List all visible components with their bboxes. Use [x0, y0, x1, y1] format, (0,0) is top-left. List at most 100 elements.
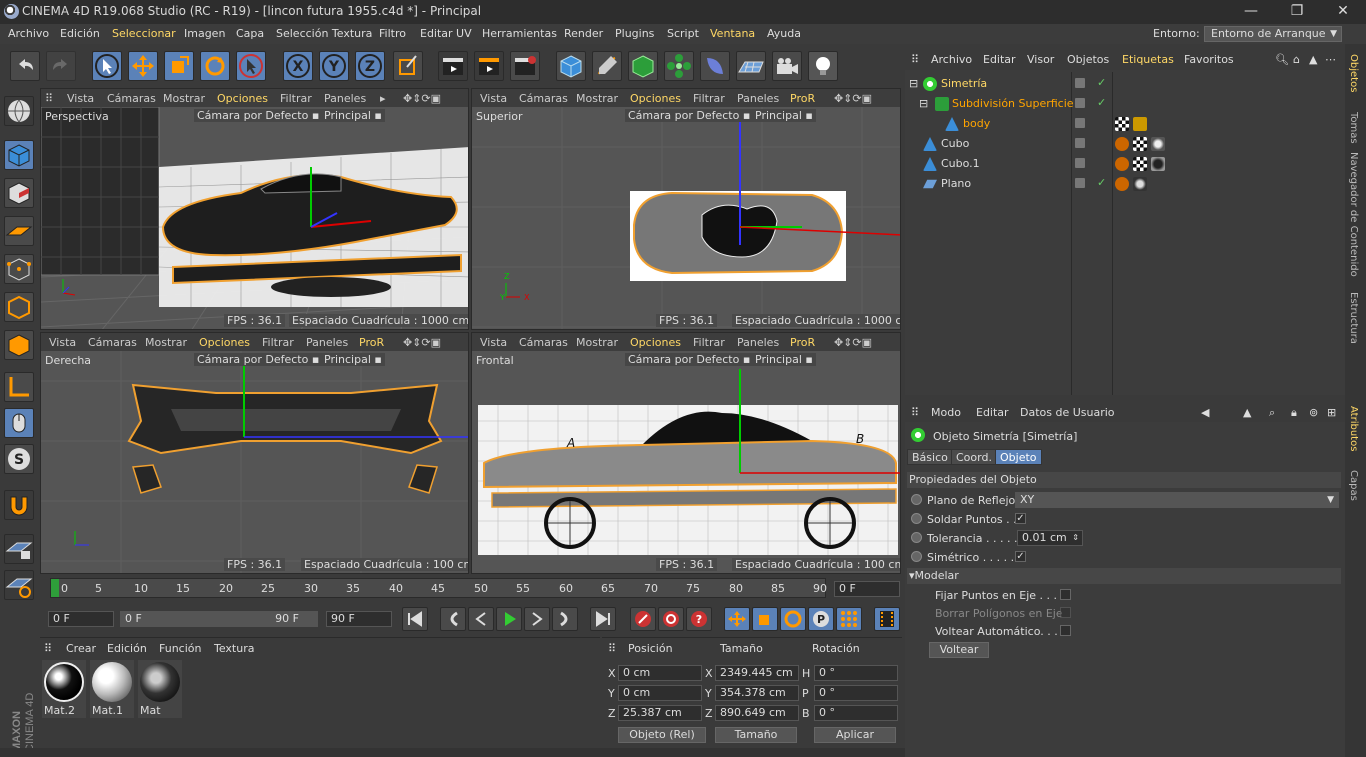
- menu-opciones[interactable]: Opciones: [199, 336, 250, 349]
- menu-herramientas[interactable]: Herramientas: [482, 27, 557, 40]
- plane-select[interactable]: XY ▼: [1015, 492, 1339, 508]
- tree-collapse-icon[interactable]: ⊟: [919, 97, 928, 110]
- deformer-button[interactable]: [700, 51, 730, 81]
- material-item[interactable]: Mat: [138, 660, 182, 718]
- live-selection-button[interactable]: [92, 51, 122, 81]
- pos-x-field[interactable]: 0 cm: [618, 665, 702, 681]
- rot-b-field[interactable]: 0 °: [814, 705, 898, 721]
- z-axis-button[interactable]: Z: [355, 51, 385, 81]
- material-tag-icon[interactable]: [1151, 157, 1165, 171]
- viewport-nav-icons[interactable]: ✥⇕⟳▣: [834, 336, 872, 349]
- layer-icon[interactable]: [1075, 78, 1085, 88]
- snap-button[interactable]: S: [4, 444, 34, 474]
- render-picture-viewer-button[interactable]: [474, 51, 504, 81]
- flip-button[interactable]: Voltear: [929, 642, 989, 658]
- axis-mode-button[interactable]: [4, 372, 34, 402]
- pos-z-field[interactable]: 25.387 cm: [618, 705, 702, 721]
- menu-editar[interactable]: Editar: [976, 406, 1009, 419]
- menu-filtro[interactable]: Filtro: [379, 27, 406, 40]
- rotate-button[interactable]: [200, 51, 230, 81]
- menu-datos-usuario[interactable]: Datos de Usuario: [1020, 406, 1115, 419]
- menu-filtrar[interactable]: Filtrar: [262, 336, 294, 349]
- menu-filtrar[interactable]: Filtrar: [693, 336, 725, 349]
- timeline[interactable]: 0 5 10 15 20 25 30 35 40 45 50 55 60 65 …: [40, 576, 900, 603]
- menu-plugins[interactable]: Plugins: [615, 27, 654, 40]
- object-row-subdivision[interactable]: ⊟ Subdivisión Superficie ✓: [905, 94, 1345, 114]
- menu-visor[interactable]: Visor: [1027, 53, 1054, 66]
- settings-icon[interactable]: ⊚: [1309, 406, 1318, 419]
- menu-render[interactable]: Render: [564, 27, 603, 40]
- make-editable-button[interactable]: [4, 96, 34, 126]
- minimize-button[interactable]: —: [1228, 0, 1274, 24]
- planar-workplane-button[interactable]: [4, 570, 34, 600]
- tab-capas[interactable]: Capas: [1348, 470, 1359, 501]
- apply-button[interactable]: Aplicar: [814, 727, 896, 743]
- menu-pror[interactable]: ProR: [359, 336, 384, 349]
- go-to-end-button[interactable]: [590, 607, 616, 631]
- delete-polys-checkbox[interactable]: [1060, 607, 1071, 618]
- home-icon[interactable]: ⌂: [1293, 53, 1300, 66]
- tab-tomas[interactable]: Tomas: [1348, 112, 1359, 144]
- material-tag-icon[interactable]: [1133, 177, 1147, 191]
- animate-toggle[interactable]: [911, 513, 922, 524]
- menu-more-icon[interactable]: ⋯: [1325, 53, 1336, 66]
- record-button[interactable]: [630, 607, 656, 631]
- menu-mostrar[interactable]: Mostrar: [576, 336, 618, 349]
- menu-paneles[interactable]: Paneles: [737, 336, 779, 349]
- menu-paneles[interactable]: Paneles: [306, 336, 348, 349]
- viewport-nav-icons[interactable]: ✥⇕⟳▣: [403, 336, 441, 349]
- size-x-field[interactable]: 2349.445 cm: [715, 665, 799, 681]
- crown-tag-icon[interactable]: [1133, 117, 1147, 131]
- object-row-body[interactable]: body: [905, 114, 1345, 134]
- object-row-plano[interactable]: Plano ✓: [905, 174, 1345, 194]
- viewport-top[interactable]: Vista Cámaras Mostrar Opciones Filtrar P…: [471, 88, 901, 330]
- search-icon[interactable]: 🔍︎: [1275, 53, 1289, 66]
- material-tag-icon[interactable]: [1151, 137, 1165, 151]
- menu-capa[interactable]: Capa: [236, 27, 264, 40]
- menu-crear[interactable]: Crear: [66, 642, 96, 655]
- layer-icon[interactable]: [1075, 138, 1085, 148]
- tab-objeto[interactable]: Objeto: [995, 449, 1042, 465]
- key-rotation-button[interactable]: [780, 607, 806, 631]
- key-points-button[interactable]: [836, 607, 862, 631]
- display-mode-selector[interactable]: Principal ▪: [752, 353, 816, 366]
- next-frame-button[interactable]: [524, 607, 550, 631]
- symmetric-checkbox[interactable]: ✓: [1015, 551, 1026, 562]
- menu-filtrar[interactable]: Filtrar: [280, 92, 312, 105]
- timeline-button[interactable]: [874, 607, 900, 631]
- tab-atributos[interactable]: Atributos: [1348, 406, 1359, 451]
- viewport-nav-icons[interactable]: ✥⇕⟳▣: [403, 92, 441, 105]
- display-mode-selector[interactable]: Principal ▪: [321, 353, 385, 366]
- menu-opciones[interactable]: Opciones: [630, 92, 681, 105]
- menu-mostrar[interactable]: Mostrar: [145, 336, 187, 349]
- menu-camaras[interactable]: Cámaras: [88, 336, 137, 349]
- check-icon[interactable]: ✓: [1097, 96, 1106, 109]
- viewport-right[interactable]: Vista Cámaras Mostrar Opciones Filtrar P…: [40, 332, 469, 574]
- display-mode-selector[interactable]: Principal ▪: [752, 109, 816, 122]
- menu-imagen[interactable]: Imagen: [184, 27, 225, 40]
- tab-navegador[interactable]: Navegador de Contenido: [1348, 152, 1359, 277]
- model-mode-button[interactable]: [4, 140, 34, 170]
- viewport-front[interactable]: Vista Cámaras Mostrar Opciones Filtrar P…: [471, 332, 901, 574]
- menu-editar-uv[interactable]: Editar UV: [420, 27, 472, 40]
- go-to-start-button[interactable]: [402, 607, 428, 631]
- rot-h-field[interactable]: 0 °: [814, 665, 898, 681]
- lock-icon[interactable]: 🔒︎: [1291, 406, 1297, 420]
- texture-tag-icon[interactable]: [1115, 117, 1129, 131]
- coord-mode-select[interactable]: Objeto (Rel): [618, 727, 706, 743]
- check-icon[interactable]: ✓: [1097, 176, 1106, 189]
- camera-selector[interactable]: Cámara por Defecto ▪: [194, 353, 323, 366]
- close-button[interactable]: ✕: [1320, 0, 1366, 24]
- section-modeling[interactable]: ▾Modelar: [907, 568, 1341, 584]
- camera-selector[interactable]: Cámara por Defecto ▪: [194, 109, 323, 122]
- keyframe-selection-button[interactable]: ?: [686, 607, 712, 631]
- menu-etiquetas[interactable]: Etiquetas: [1122, 53, 1174, 66]
- menu-archivo[interactable]: Archivo: [8, 27, 49, 40]
- back-arrow-icon[interactable]: ◀: [1201, 406, 1209, 419]
- viewport-canvas[interactable]: Derecha Cámara por Defecto ▪ Principal ▪…: [41, 351, 468, 573]
- menu-pror[interactable]: ProR: [790, 92, 815, 105]
- menu-vista[interactable]: Vista: [67, 92, 94, 105]
- key-scale-button[interactable]: [752, 607, 778, 631]
- polygons-mode-button[interactable]: [4, 330, 34, 360]
- up-arrow-icon[interactable]: ▲: [1309, 53, 1317, 66]
